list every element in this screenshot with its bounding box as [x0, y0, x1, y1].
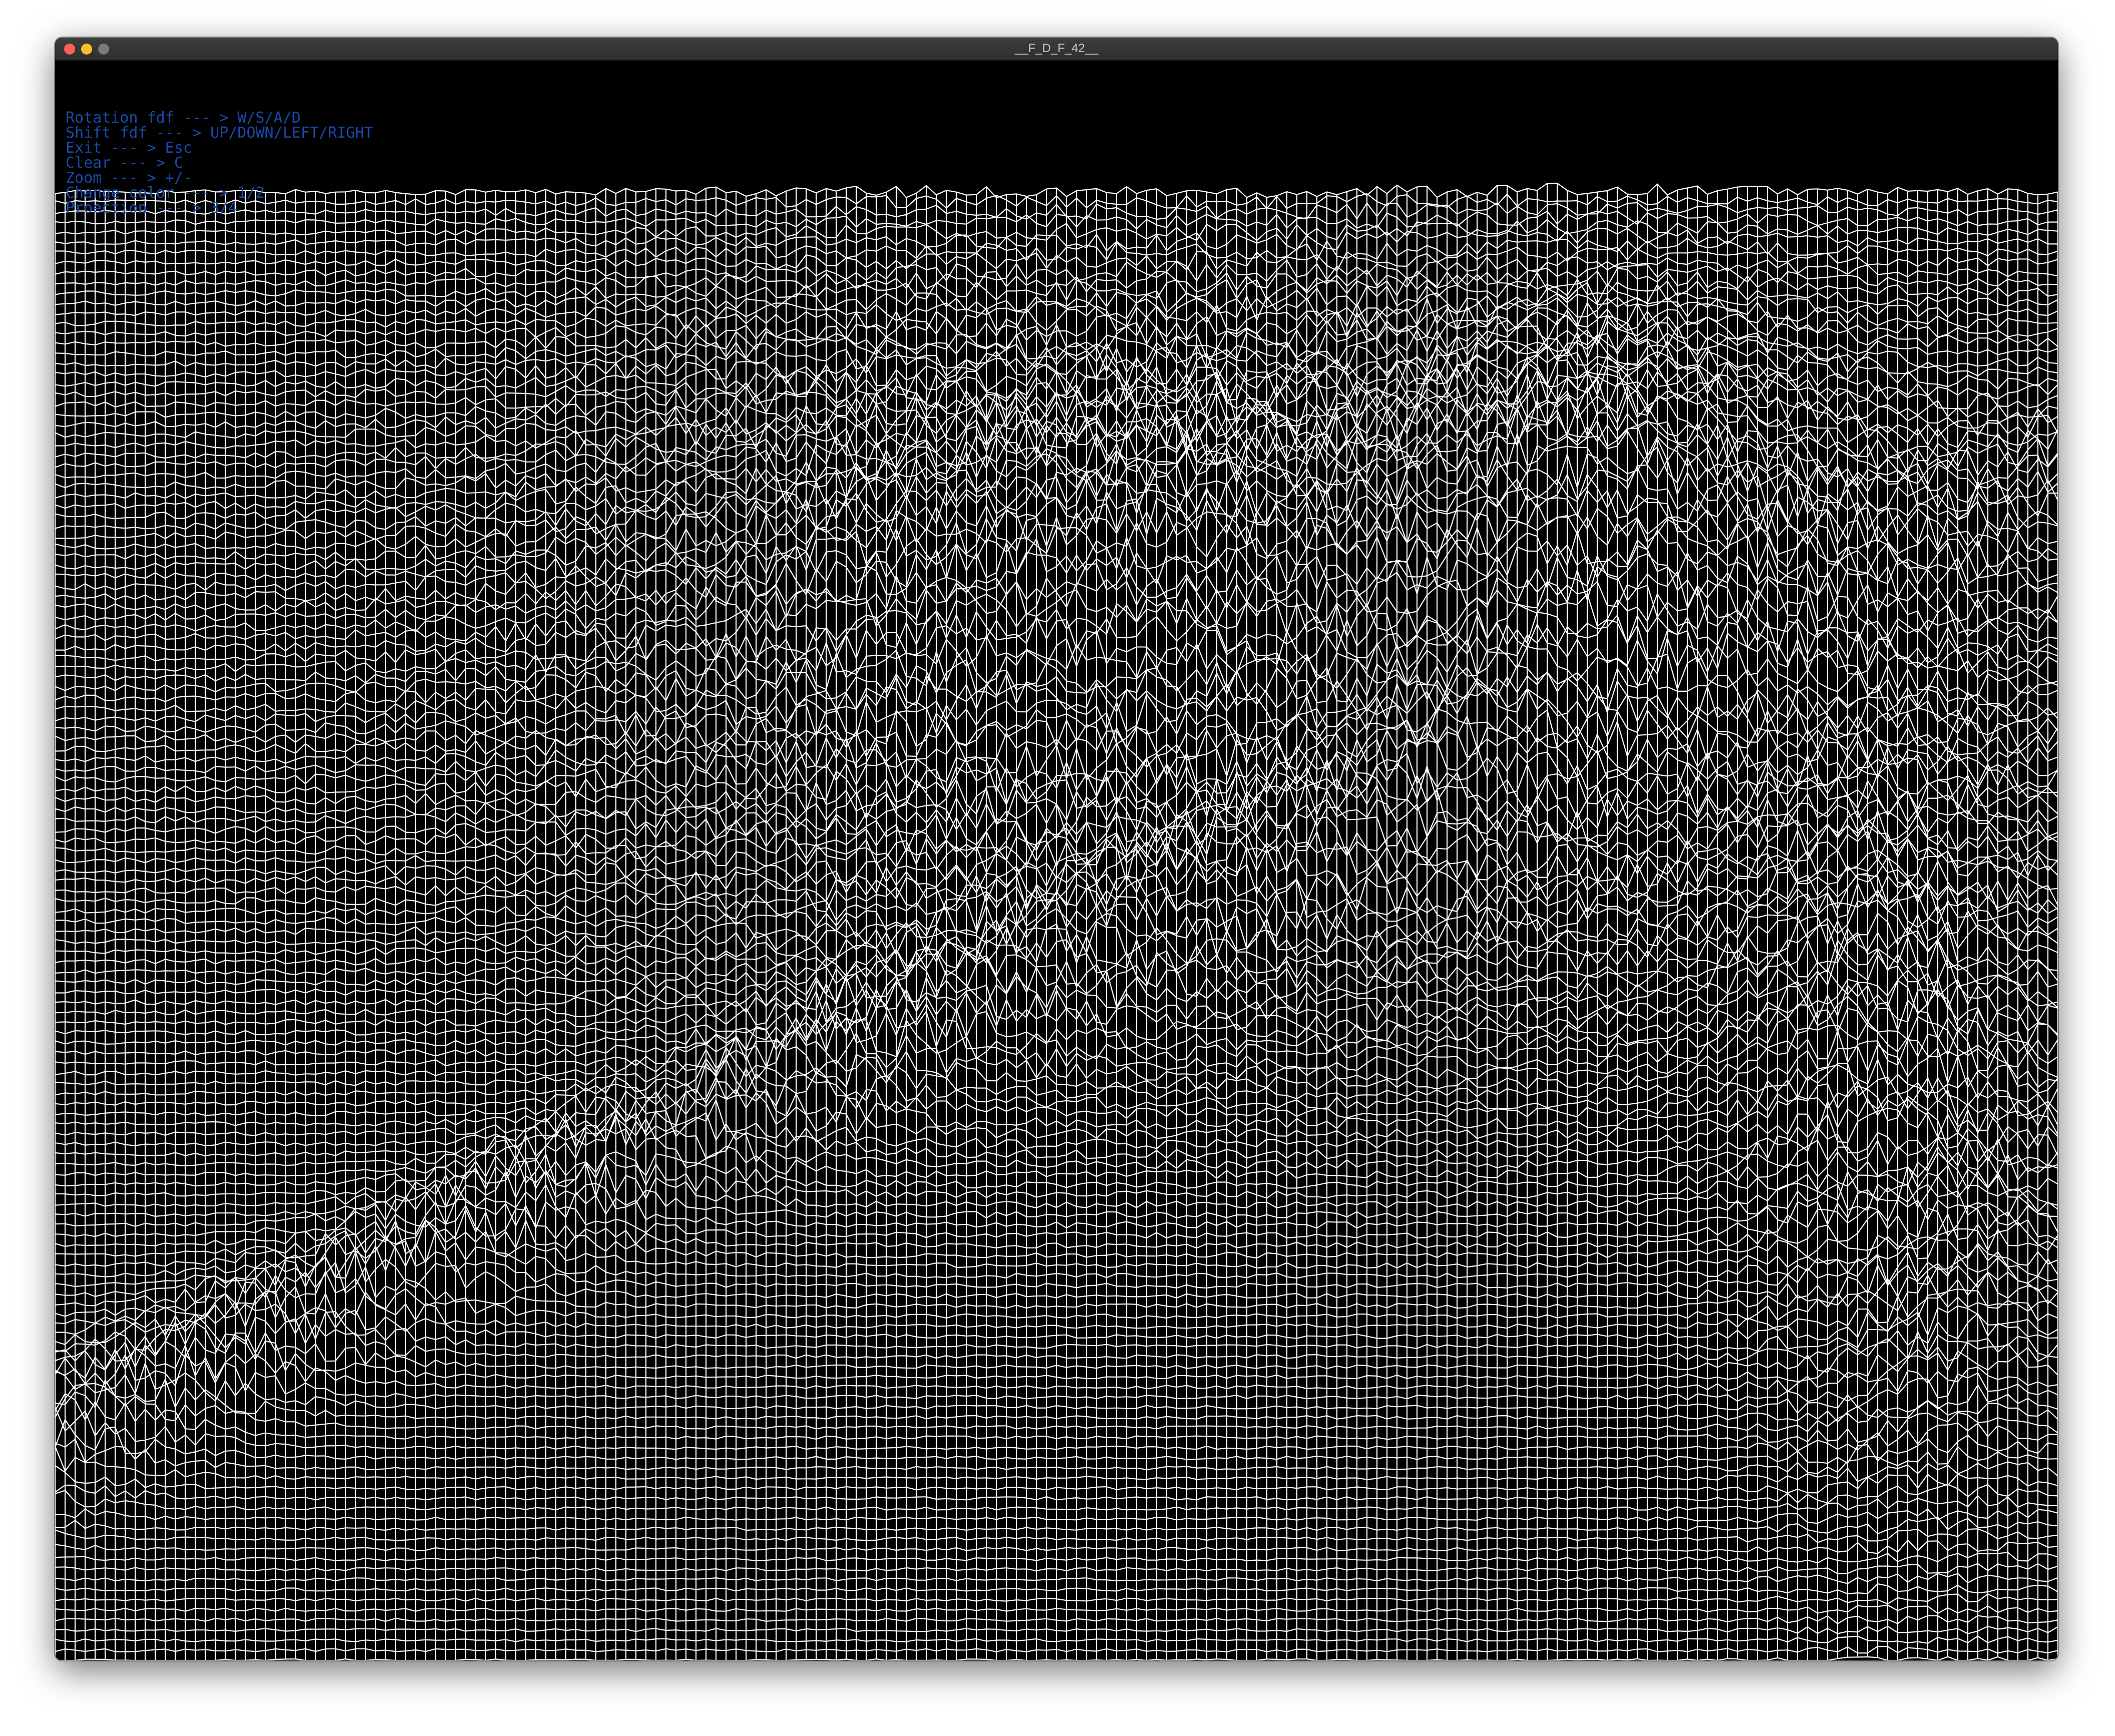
wireframe-grid-lines — [55, 182, 2058, 1660]
help-line-color: Change color --- > 1/2 — [66, 184, 265, 202]
help-line-exit: Exit --- > Esc — [66, 139, 192, 157]
app-window: __F_D_F_42__ Rotation fdf --- > W/S/A/D … — [55, 38, 2058, 1660]
help-line-zoom: Zoom --- > +/- — [66, 169, 192, 187]
controls-help-list: Rotation fdf --- > W/S/A/D Shift fdf ---… — [66, 111, 373, 216]
title-bar[interactable]: __F_D_F_42__ — [55, 38, 2058, 61]
help-line-shift: Shift fdf --- > UP/DOWN/LEFT/RIGHT — [66, 124, 374, 142]
render-canvas[interactable]: Rotation fdf --- > W/S/A/D Shift fdf ---… — [55, 61, 2058, 1660]
help-line-clear: Clear --- > C — [66, 154, 183, 172]
wireframe-mesh — [55, 182, 2058, 1660]
help-line-projection: Proection --- > 3/4 — [66, 199, 238, 217]
window-title: __F_D_F_42__ — [1014, 42, 1099, 55]
help-line-rotation: Rotation fdf --- > W/S/A/D — [66, 109, 301, 127]
